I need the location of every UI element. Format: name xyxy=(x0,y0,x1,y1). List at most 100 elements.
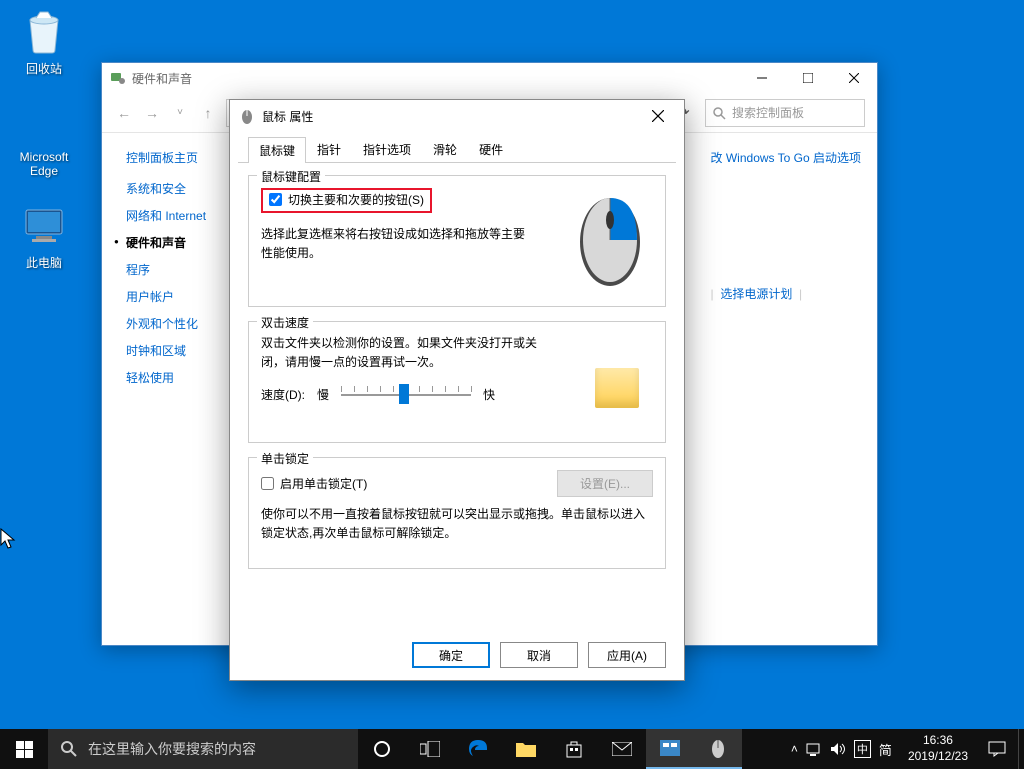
taskbar-app-mouse-settings[interactable] xyxy=(694,729,742,769)
cortana-icon xyxy=(373,740,391,758)
network-icon[interactable] xyxy=(806,742,822,756)
store-icon xyxy=(565,740,583,758)
hardware-sound-icon xyxy=(110,70,126,86)
dialog-tabs: 鼠标键 指针 指针选项 滑轮 硬件 xyxy=(238,132,676,163)
group-description: 选择此复选框来将右按钮设成如选择和拖放等主要性能使用。 xyxy=(261,225,531,263)
cancel-button[interactable]: 取消 xyxy=(500,642,578,668)
link-power-plan[interactable]: 选择电源计划 xyxy=(720,287,792,301)
sidebar-item-ease-of-access[interactable]: 轻松使用 xyxy=(126,369,222,386)
sidebar-item-system-security[interactable]: 系统和安全 xyxy=(126,180,222,197)
search-icon xyxy=(712,106,726,120)
volume-icon[interactable] xyxy=(830,742,846,756)
control-panel-sidebar: 控制面板主页 系统和安全 网络和 Internet 硬件和声音 程序 用户帐户 … xyxy=(102,133,222,645)
action-center-button[interactable] xyxy=(976,729,1018,769)
clock-time: 16:36 xyxy=(908,733,968,749)
control-panel-titlebar[interactable]: 硬件和声音 xyxy=(102,63,877,93)
double-click-speed-slider[interactable] xyxy=(341,382,471,406)
dialog-title: 鼠标 属性 xyxy=(262,108,638,125)
group-button-config: 鼠标键配置 切换主要和次要的按钮(S) 选择此复选框来将右按钮设成如选择和拖放等… xyxy=(248,175,666,307)
control-panel-icon xyxy=(660,740,680,756)
sidebar-item-appearance[interactable]: 外观和个性化 xyxy=(126,315,222,332)
taskbar-app-store[interactable] xyxy=(550,729,598,769)
taskbar-app-edge[interactable] xyxy=(454,729,502,769)
group-description: 双击文件夹以检测你的设置。如果文件夹没打开或关闭，请用慢一点的设置再试一次。 xyxy=(261,334,551,372)
tab-pointer[interactable]: 指针 xyxy=(306,136,352,162)
checkbox-label: 启用单击锁定(T) xyxy=(280,475,367,492)
taskbar-app-mail[interactable] xyxy=(598,729,646,769)
mouse-illustration xyxy=(575,190,645,288)
search-placeholder: 在这里输入你要搜索的内容 xyxy=(88,739,256,759)
cortana-button[interactable] xyxy=(358,729,406,769)
highlighted-option: 切换主要和次要的按钮(S) xyxy=(261,188,432,213)
dialog-close-button[interactable] xyxy=(638,102,678,130)
mouse-icon xyxy=(240,108,256,124)
desktop-icon-recycle-bin[interactable]: 回收站 xyxy=(6,8,82,77)
close-button[interactable] xyxy=(831,63,877,93)
nav-back-button[interactable]: ← xyxy=(114,103,134,123)
sidebar-item-clock-region[interactable]: 时钟和区域 xyxy=(126,342,222,359)
tab-hardware[interactable]: 硬件 xyxy=(468,136,514,162)
swap-buttons-checkbox-row[interactable]: 切换主要和次要的按钮(S) xyxy=(269,191,424,208)
system-tray[interactable]: ˄ 中 简 xyxy=(783,740,900,759)
sidebar-item-programs[interactable]: 程序 xyxy=(126,261,222,278)
group-legend: 鼠标键配置 xyxy=(257,168,325,185)
folder-test-icon[interactable] xyxy=(595,368,639,408)
group-legend: 双击速度 xyxy=(257,314,313,331)
group-click-lock: 单击锁定 启用单击锁定(T) 设置(E)... 使你可以不用一直按着鼠标按钮就可… xyxy=(248,457,666,569)
taskbar-clock[interactable]: 16:36 2019/12/23 xyxy=(900,733,976,764)
show-desktop-button[interactable] xyxy=(1018,729,1024,769)
edge-icon xyxy=(20,98,68,146)
desktop-icon-label: 此电脑 xyxy=(6,254,82,271)
ime-mode-indicator[interactable]: 简 xyxy=(879,740,892,759)
checkbox-label: 切换主要和次要的按钮(S) xyxy=(288,191,424,208)
tab-buttons[interactable]: 鼠标键 xyxy=(248,137,306,163)
slow-label: 慢 xyxy=(317,386,329,403)
windows-logo-icon xyxy=(16,741,33,758)
task-view-button[interactable] xyxy=(406,729,454,769)
sidebar-home[interactable]: 控制面板主页 xyxy=(126,149,222,166)
folder-icon xyxy=(516,741,536,757)
tray-chevron-icon[interactable]: ˄ xyxy=(791,742,798,756)
mail-icon xyxy=(612,742,632,756)
click-lock-checkbox-row[interactable]: 启用单击锁定(T) xyxy=(261,475,557,492)
pc-icon xyxy=(20,202,68,250)
task-view-icon xyxy=(420,741,440,757)
ime-lang-indicator[interactable]: 中 xyxy=(854,740,871,758)
apply-button[interactable]: 应用(A) xyxy=(588,642,666,668)
edge-icon xyxy=(467,738,489,760)
click-lock-checkbox[interactable] xyxy=(261,477,274,490)
taskbar-app-explorer[interactable] xyxy=(502,729,550,769)
tab-pointer-options[interactable]: 指针选项 xyxy=(352,136,422,162)
minimize-button[interactable] xyxy=(739,63,785,93)
maximize-button[interactable] xyxy=(785,63,831,93)
ok-button[interactable]: 确定 xyxy=(412,642,490,668)
window-title: 硬件和声音 xyxy=(132,70,739,87)
slider-thumb[interactable] xyxy=(399,384,409,404)
nav-forward-button[interactable]: → xyxy=(142,103,162,123)
desktop-icon-edge[interactable]: Microsoft Edge xyxy=(6,98,82,178)
cursor-icon xyxy=(0,528,18,550)
start-button[interactable] xyxy=(0,729,48,769)
desktop-icon-this-pc[interactable]: 此电脑 xyxy=(6,202,82,271)
control-panel-search[interactable]: 搜索控制面板 xyxy=(705,99,865,127)
clock-date: 2019/12/23 xyxy=(908,749,968,765)
swap-buttons-checkbox[interactable] xyxy=(269,193,282,206)
nav-dropdown-button[interactable]: ˅ xyxy=(170,103,190,123)
sidebar-item-hardware-sound[interactable]: 硬件和声音 xyxy=(126,234,222,251)
taskbar-app-control-panel[interactable] xyxy=(646,729,694,769)
desktop-icon-label: 回收站 xyxy=(6,60,82,77)
click-lock-settings-button: 设置(E)... xyxy=(557,470,653,497)
taskbar-search[interactable]: 在这里输入你要搜索的内容 xyxy=(48,729,358,769)
nav-up-button[interactable]: ↑ xyxy=(198,103,218,123)
taskbar: 在这里输入你要搜索的内容 ˄ 中 简 16:36 2019/12/23 xyxy=(0,729,1024,769)
sidebar-item-accounts[interactable]: 用户帐户 xyxy=(126,288,222,305)
speed-label: 速度(D): xyxy=(261,386,305,403)
link-windows-to-go[interactable]: 改 Windows To Go 启动选项 xyxy=(711,145,861,171)
sidebar-item-network[interactable]: 网络和 Internet xyxy=(126,207,222,224)
tab-wheel[interactable]: 滑轮 xyxy=(422,136,468,162)
group-legend: 单击锁定 xyxy=(257,450,313,467)
mouse-icon xyxy=(710,738,726,758)
dialog-button-row: 确定 取消 应用(A) xyxy=(230,630,684,680)
notification-icon xyxy=(988,741,1006,757)
dialog-titlebar[interactable]: 鼠标 属性 xyxy=(230,100,684,132)
